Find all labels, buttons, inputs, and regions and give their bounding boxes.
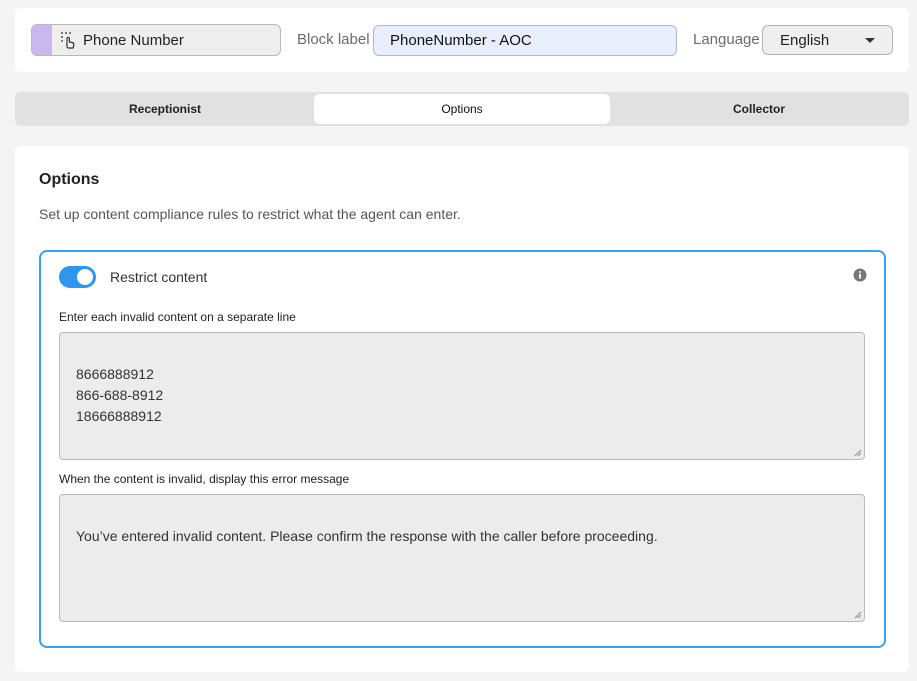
block-type-name: Phone Number	[83, 31, 184, 49]
options-card: Options Set up content compliance rules …	[15, 146, 909, 672]
section-title: Options	[39, 171, 100, 188]
invalid-content-line: 8666888912	[76, 366, 154, 382]
resize-grip-icon[interactable]	[854, 449, 862, 457]
language-select[interactable]: English	[762, 25, 893, 55]
restrict-content-panel: Restrict content Enter each invalid cont…	[39, 250, 886, 648]
block-header: Phone Number Block label Language Englis…	[15, 8, 909, 72]
restrict-content-label: Restrict content	[110, 269, 208, 285]
tab-options[interactable]: Options	[314, 94, 610, 124]
error-message-textarea[interactable]: You’ve entered invalid content. Please c…	[59, 494, 865, 622]
restrict-content-toggle[interactable]	[59, 266, 96, 288]
language-value: English	[780, 31, 830, 49]
resize-grip-icon[interactable]	[854, 611, 862, 619]
touch-pointer-icon	[58, 29, 80, 51]
invalid-content-line: 866-688-8912	[76, 387, 164, 403]
block-label-caption: Block label	[297, 31, 370, 48]
block-accent-bar	[32, 25, 52, 55]
block-type-pill[interactable]: Phone Number	[31, 24, 281, 56]
invalid-content-label: Enter each invalid content on a separate…	[59, 310, 296, 324]
block-label-input[interactable]	[373, 25, 677, 56]
toggle-knob	[77, 269, 93, 285]
tab-collector[interactable]: Collector	[611, 94, 907, 124]
tab-bar: Receptionist Options Collector	[15, 92, 909, 126]
language-caption: Language	[693, 31, 760, 48]
invalid-content-line: 18666888912	[76, 408, 162, 424]
info-icon[interactable]	[853, 268, 867, 282]
section-description: Set up content compliance rules to restr…	[39, 206, 461, 222]
invalid-content-textarea[interactable]: 8666888912 866-688-8912 18666888912	[59, 332, 865, 460]
caret-down-icon	[865, 37, 875, 43]
tab-receptionist[interactable]: Receptionist	[17, 94, 313, 124]
error-message-label: When the content is invalid, display thi…	[59, 472, 350, 486]
error-message-text: You’ve entered invalid content. Please c…	[76, 528, 658, 544]
